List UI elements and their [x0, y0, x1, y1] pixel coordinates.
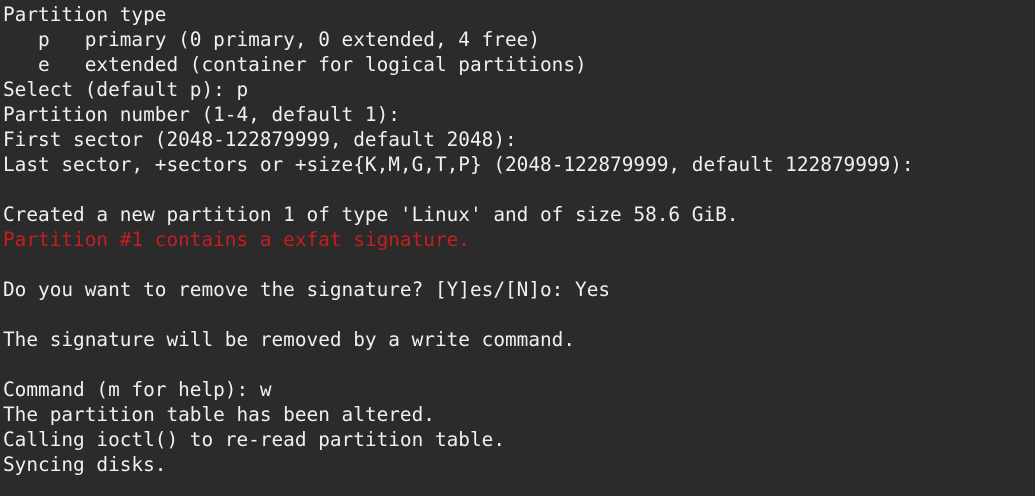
terminal-line: Last sector, +sectors or +size{K,M,G,T,P…	[3, 153, 914, 176]
terminal-line: e extended (container for logical partit…	[3, 53, 587, 76]
terminal-line: Created a new partition 1 of type 'Linux…	[3, 203, 739, 226]
terminal-line: Partition type	[3, 3, 167, 26]
terminal-line: First sector (2048-122879999, default 20…	[3, 128, 517, 151]
terminal-line: Do you want to remove the signature? [Y]…	[3, 278, 611, 301]
terminal-line: Command (m for help): w	[3, 378, 272, 401]
terminal-line: Select (default p): p	[3, 78, 249, 101]
terminal-line: Calling ioctl() to re-read partition tab…	[3, 428, 505, 451]
terminal-window[interactable]: Partition type p primary (0 primary, 0 e…	[0, 0, 1035, 496]
terminal-line: p primary (0 primary, 0 extended, 4 free…	[3, 28, 541, 51]
terminal-line: Partition number (1-4, default 1):	[3, 103, 400, 126]
terminal-line: The signature will be removed by a write…	[3, 328, 576, 351]
terminal-line: Syncing disks.	[3, 453, 167, 476]
terminal-warning-line: Partition #1 contains a exfat signature.	[3, 228, 470, 251]
terminal-line: The partition table has been altered.	[3, 403, 435, 426]
